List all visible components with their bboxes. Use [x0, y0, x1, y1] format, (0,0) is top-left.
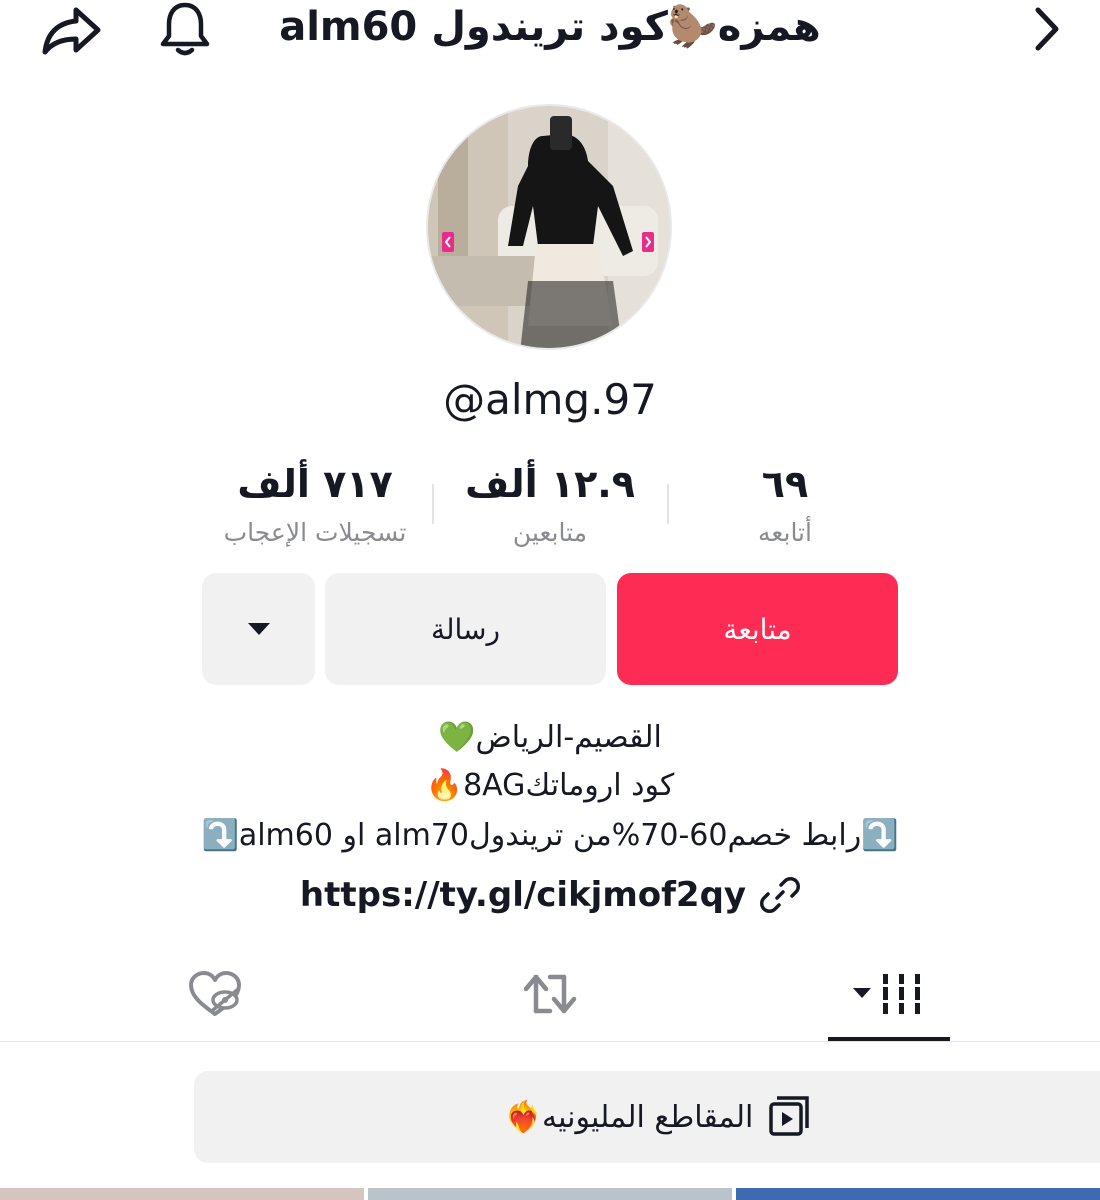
hidden-heart-icon [189, 971, 241, 1016]
page-title: همزه🦫كود تريندول alm60 [279, 4, 821, 50]
likes-label: تسجيلات الإعجاب [223, 518, 407, 547]
stat-followers[interactable]: ١٢.٩ ألف متابعين [440, 462, 660, 550]
tab-liked[interactable] [170, 962, 260, 1026]
bio-line-location: القصيم-الرياض💚 [438, 720, 662, 755]
bio-link[interactable]: https://ty.gl/cikjmof2qy [250, 870, 850, 920]
stat-divider [667, 484, 669, 524]
video-thumbnail[interactable] [368, 1188, 732, 1200]
bio-line-discount: ⤵️رابط خصم60-70%من تريندولalm70 او alm60… [201, 818, 899, 853]
following-label: أتابعه [758, 518, 812, 547]
stat-likes[interactable]: ٧١٧ ألف تسجيلات الإعجاب [200, 462, 430, 550]
share-icon[interactable] [38, 2, 104, 58]
avatar[interactable] [426, 104, 672, 350]
following-count: ٦٩ [761, 462, 809, 506]
likes-count: ٧١٧ ألف [237, 462, 393, 506]
bell-icon[interactable] [154, 0, 216, 58]
profile-photo [428, 106, 670, 348]
tab-divider [0, 1041, 1100, 1042]
tab-reposts[interactable] [505, 962, 595, 1026]
followers-count: ١٢.٩ ألف [465, 462, 635, 506]
link-icon [760, 877, 801, 913]
message-button[interactable]: رسالة [325, 573, 606, 685]
playlist-card[interactable]: المقاطع المليونيه❤️‍🔥 [194, 1071, 1100, 1163]
stat-following[interactable]: ٦٩ أتابعه [690, 462, 880, 550]
grid-bars-icon [853, 974, 924, 1014]
followers-label: متابعين [512, 518, 588, 547]
bio-line-code: كود اروماتك8AG🔥 [425, 768, 675, 803]
repost-icon [523, 974, 577, 1014]
video-thumbnail[interactable] [0, 1188, 364, 1200]
bio-link-text[interactable]: https://ty.gl/cikjmof2qy [300, 875, 746, 915]
stat-divider [432, 484, 434, 524]
more-options-button[interactable] [202, 573, 315, 685]
follow-button[interactable]: متابعة [617, 573, 898, 685]
tab-videos[interactable] [836, 962, 940, 1026]
playlist-icon [769, 1096, 810, 1136]
video-thumbnail[interactable] [736, 1188, 1100, 1200]
caret-down-icon [247, 623, 270, 635]
playlist-label: المقاطع المليونيه❤️‍🔥 [504, 1099, 754, 1135]
profile-handle: @almg.97 [443, 375, 657, 424]
top-bar: همزه🦫كود تريندول alm60 [0, 0, 1100, 60]
chevron-right-icon[interactable] [1022, 4, 1068, 54]
